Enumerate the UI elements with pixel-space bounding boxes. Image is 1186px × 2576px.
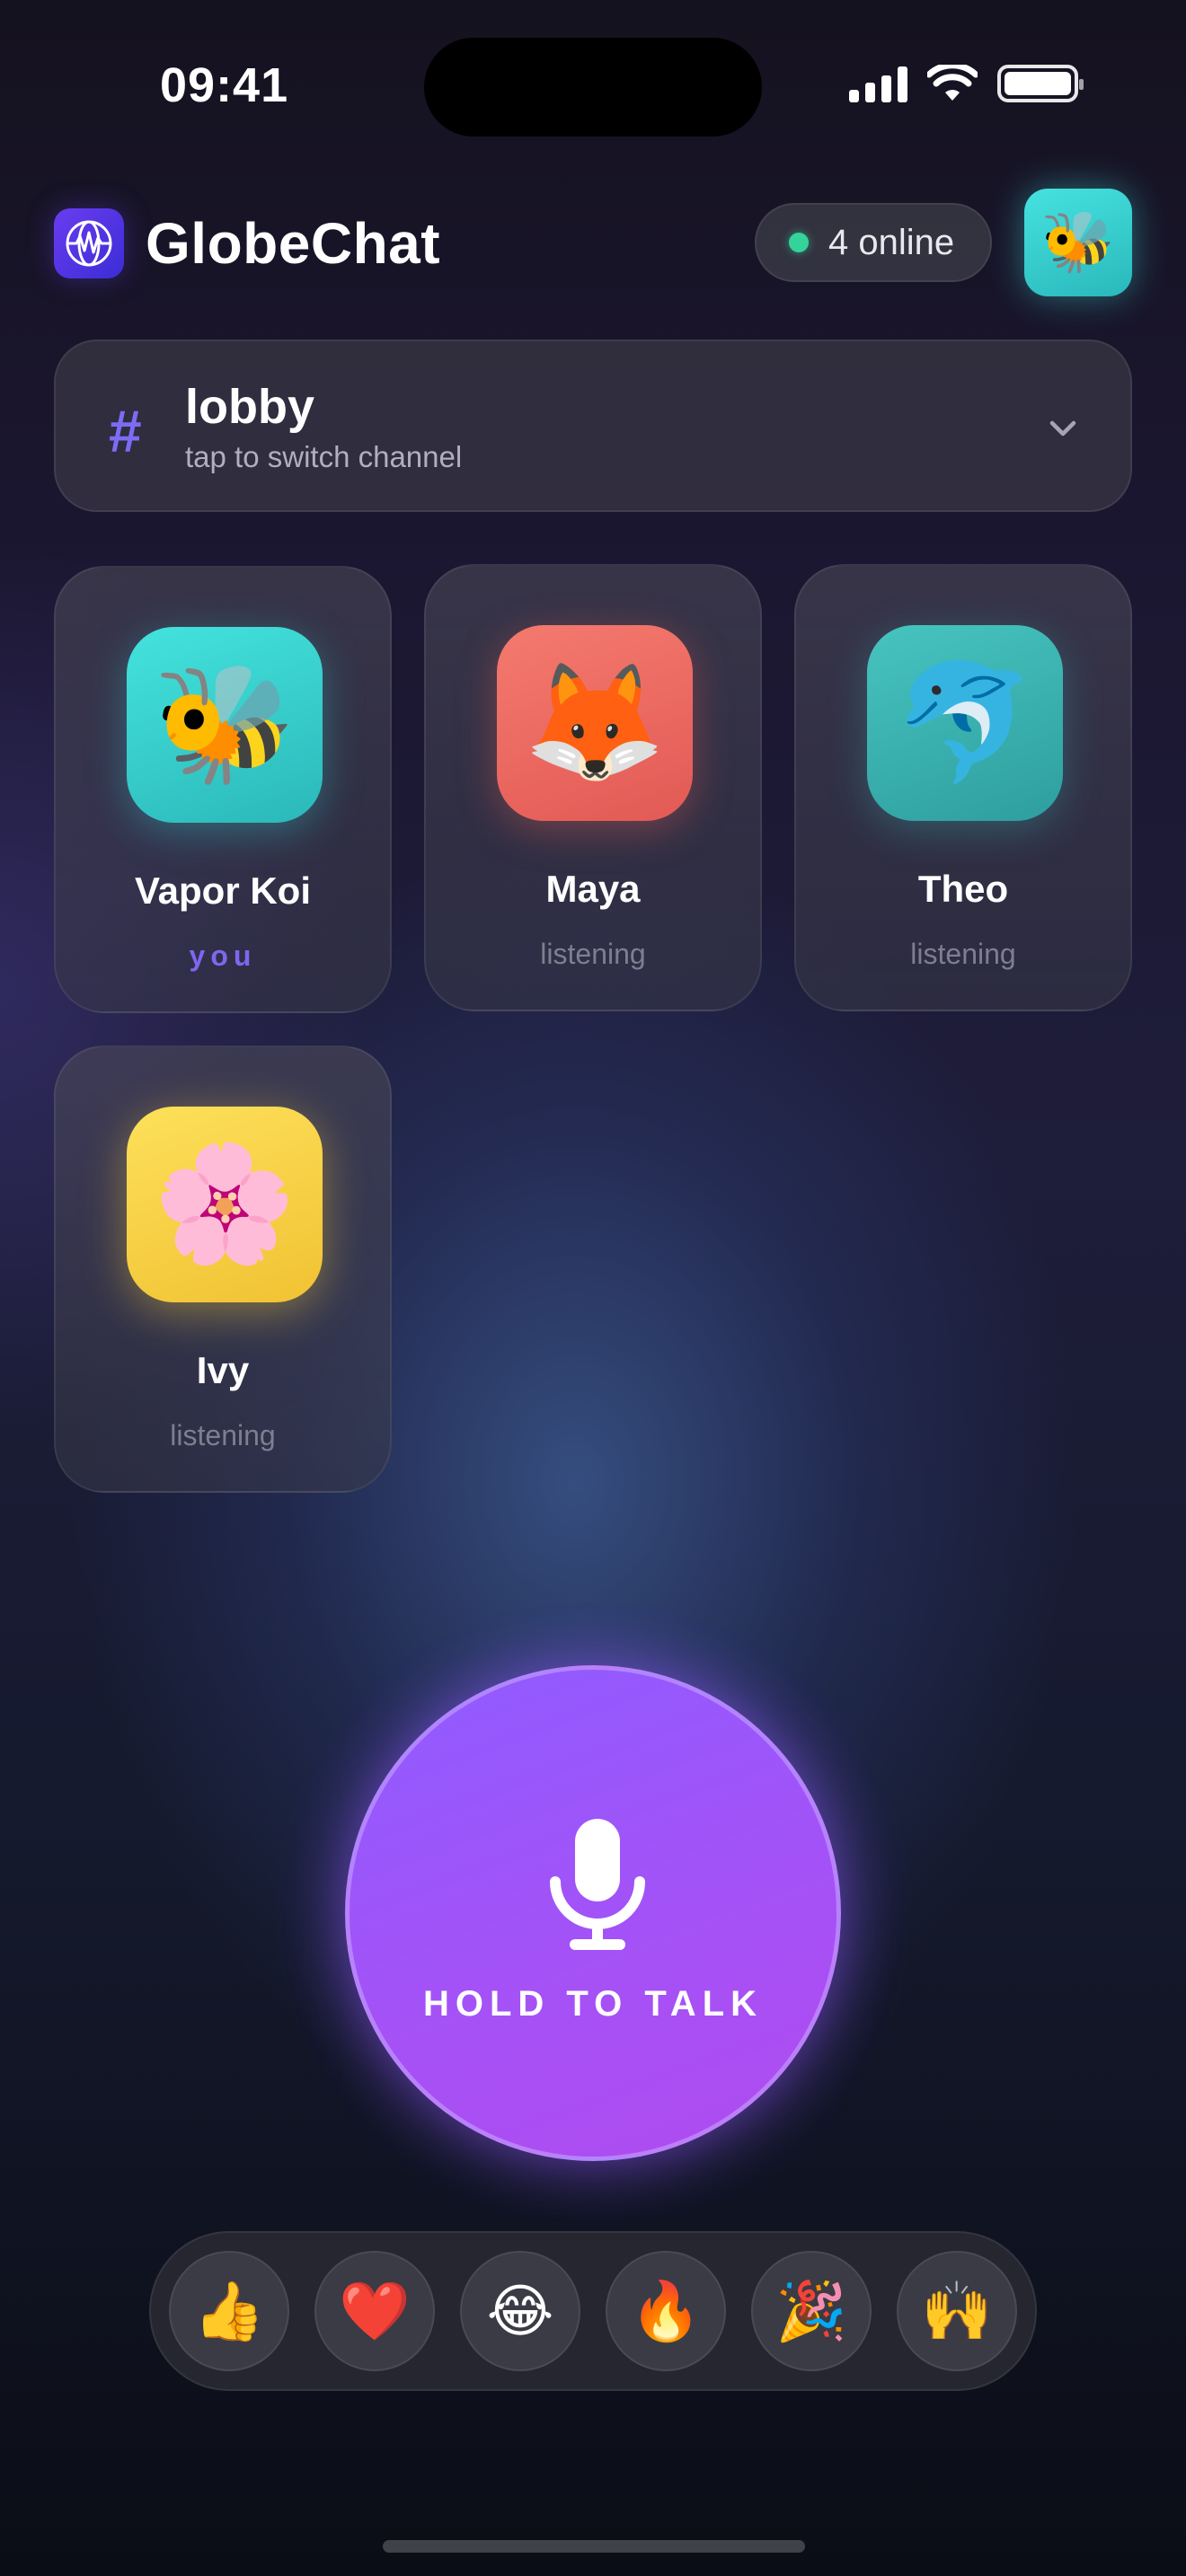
participant-card-you[interactable]: 🐝 Vapor Koi you	[54, 566, 392, 1013]
participant-status: listening	[540, 938, 646, 970]
reaction-bar: 👍 ❤️ 😂 🔥 🎉 🙌	[149, 2231, 1037, 2391]
participant-avatar: 🐝	[127, 627, 323, 823]
battery-icon	[997, 65, 1084, 102]
participant-status: listening	[910, 938, 1016, 970]
channel-name: lobby	[185, 380, 314, 434]
channel-selector[interactable]: # lobby tap to switch channel	[54, 340, 1132, 512]
online-count-badge[interactable]: 4 online	[755, 203, 992, 282]
participant-avatar: 🌸	[127, 1107, 323, 1302]
online-count-text: 4 online	[828, 222, 955, 262]
participant-name: Vapor Koi	[134, 869, 312, 912]
participant-card[interactable]: 🦊 Maya listening	[424, 564, 762, 1011]
microphone-icon	[550, 1819, 645, 1950]
dynamic-island	[424, 38, 762, 137]
participant-name: Maya	[545, 868, 641, 910]
globe-waveform-icon	[54, 208, 124, 278]
participant-status: you	[189, 940, 257, 972]
channel-subtitle: tap to switch channel	[185, 440, 463, 473]
home-indicator[interactable]	[383, 2540, 805, 2553]
wifi-icon	[927, 65, 978, 101]
reaction-party-button[interactable]: 🎉	[751, 2251, 872, 2371]
participant-avatar: 🦊	[497, 625, 693, 821]
participant-name: Theo	[917, 868, 1009, 910]
channel-hash-icon: #	[108, 398, 141, 464]
participant-card[interactable]: 🌸 Ivy listening	[54, 1045, 392, 1493]
reaction-raised-hands-button[interactable]: 🙌	[897, 2251, 1017, 2371]
status-icons	[849, 65, 1084, 102]
app-title: GlobeChat	[146, 211, 441, 276]
reaction-thumbs-up-button[interactable]: 👍	[169, 2251, 289, 2371]
reaction-heart-button[interactable]: ❤️	[314, 2251, 435, 2371]
cellular-signal-icon	[849, 66, 907, 102]
participant-card[interactable]: 🐬 Theo listening	[794, 564, 1132, 1011]
participant-name: Ivy	[196, 1349, 250, 1391]
talk-button-label: HOLD TO TALK	[422, 1984, 764, 2024]
status-time: 09:41	[160, 58, 289, 112]
hold-to-talk-button[interactable]: HOLD TO TALK	[345, 1665, 841, 2161]
reaction-laughing-button[interactable]: 😂	[460, 2251, 580, 2371]
reaction-fire-button[interactable]: 🔥	[606, 2251, 726, 2371]
chevron-down-icon	[1049, 420, 1076, 437]
participant-status: listening	[170, 1419, 276, 1451]
profile-avatar-button[interactable]: 🐝	[1024, 189, 1132, 296]
online-status-dot	[789, 233, 809, 252]
participant-avatar: 🐬	[867, 625, 1063, 821]
